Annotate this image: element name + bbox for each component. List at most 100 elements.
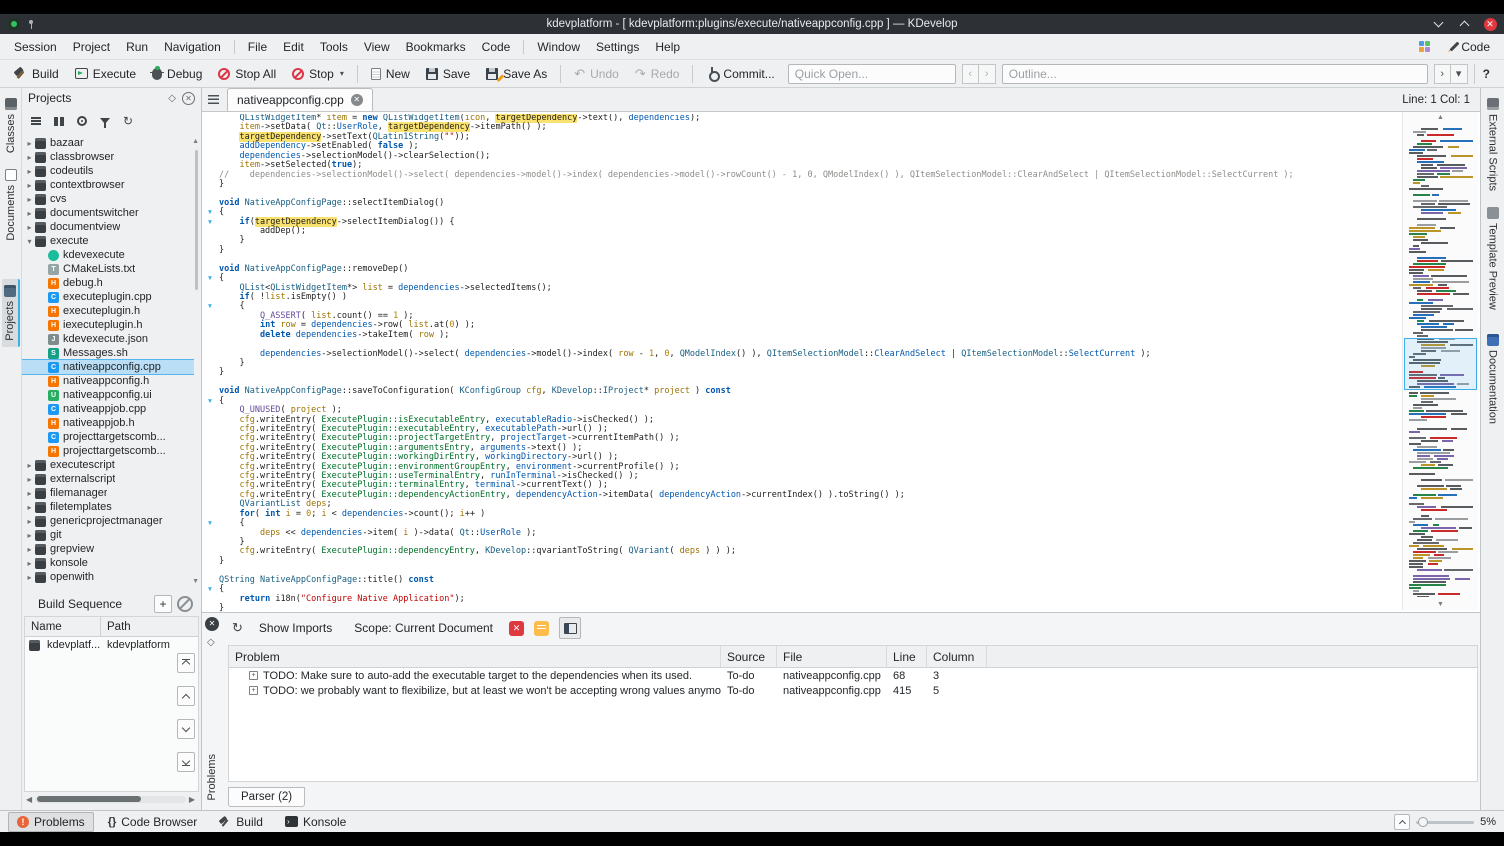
move-up-button[interactable]	[177, 686, 195, 706]
expand-icon[interactable]: ▸	[24, 489, 35, 498]
menu-tools[interactable]: Tools	[312, 36, 356, 58]
close-panel-icon[interactable]: ✕	[182, 91, 195, 105]
code-line[interactable]: }	[219, 603, 1400, 612]
save-button[interactable]: Save	[419, 64, 477, 84]
tree-scrollbar-thumb[interactable]	[195, 150, 198, 290]
scope-selector[interactable]: Scope: Current Document	[348, 618, 499, 638]
zoom-slider[interactable]	[1416, 814, 1475, 830]
tree-item[interactable]: ▸ filemanager	[22, 486, 194, 500]
jump-forward-button[interactable]: ›	[1433, 63, 1451, 84]
expand-problem-icon[interactable]: +	[249, 686, 258, 695]
code-line[interactable]: }	[219, 358, 1400, 368]
tree-item[interactable]: T CMakeLists.txt	[22, 262, 194, 276]
expand-icon[interactable]: ▸	[24, 517, 35, 526]
expand-icon[interactable]: ▸	[24, 139, 35, 148]
show-imports-button[interactable]: Show Imports	[253, 618, 338, 638]
code-line[interactable]: }	[219, 179, 1400, 189]
fold-marker[interactable]: ▼	[202, 397, 218, 406]
expand-icon[interactable]: ▸	[24, 559, 35, 568]
fold-marker[interactable]: ▼	[202, 585, 218, 594]
move-to-bottom-button[interactable]	[177, 752, 195, 772]
menu-file[interactable]: File	[240, 36, 275, 58]
scroll-right-icon[interactable]: ▶	[189, 795, 195, 804]
scrollbar-track[interactable]	[35, 795, 186, 803]
sidebar-tab-documents[interactable]: Documents	[3, 163, 19, 247]
fold-marker[interactable]: ▼	[202, 218, 218, 227]
undo-button[interactable]: ↶ Undo	[567, 64, 626, 84]
expand-icon[interactable]: ▸	[24, 209, 35, 218]
code-line[interactable]: dependencies->selectionModel()->clearSel…	[219, 151, 1400, 161]
column-column-header[interactable]: Column	[927, 646, 987, 667]
tree-item[interactable]: Hexecuteplugin.h	[22, 304, 194, 318]
show-targets-button[interactable]	[27, 112, 45, 130]
tree-item[interactable]: Hiexecuteplugin.h	[22, 318, 194, 332]
tree-item[interactable]: ▸ documentview	[22, 220, 194, 234]
scroll-left-icon[interactable]: ◀	[26, 795, 32, 804]
line-column-header[interactable]: Line	[887, 646, 927, 667]
expand-icon[interactable]: ▸	[24, 195, 35, 204]
tree-item[interactable]: Jkdevexecute.json	[22, 332, 194, 346]
menu-view[interactable]: View	[356, 36, 398, 58]
fold-marker[interactable]: ▼	[202, 302, 218, 311]
settings-button[interactable]	[73, 112, 91, 130]
sidebar-tab-projects[interactable]: Projects	[1, 278, 20, 347]
expand-icon[interactable]: ▸	[24, 181, 35, 190]
tree-item[interactable]: ▸ openwith	[22, 570, 194, 584]
dropdown-button[interactable]: ▾	[1450, 63, 1468, 84]
statusbar-problems-button[interactable]: ! Problems	[8, 811, 94, 832]
expand-icon[interactable]: ▸	[24, 503, 35, 512]
tree-item[interactable]: ▸ konsole	[22, 556, 194, 570]
fold-marker[interactable]: ▼	[202, 274, 218, 283]
code-area-button[interactable]: Code	[1445, 37, 1498, 57]
scroll-up-icon[interactable]: ▲	[1403, 114, 1478, 121]
tree-scroll-down-icon[interactable]: ▼	[192, 578, 199, 585]
code-line[interactable]: }	[219, 556, 1400, 566]
outline-input[interactable]	[1001, 63, 1428, 84]
refresh-icon[interactable]: ↻	[232, 621, 243, 634]
reload-button[interactable]: ↻	[119, 112, 137, 130]
code-line[interactable]: addDep();	[219, 226, 1400, 236]
code-line[interactable]: void NativeAppConfigPage::saveToConfigur…	[219, 387, 1400, 396]
menu-help[interactable]: Help	[647, 36, 688, 58]
minimap-viewport[interactable]	[1404, 338, 1477, 390]
menu-run[interactable]: Run	[118, 36, 156, 58]
tree-item[interactable]: ▸ bazaar	[22, 136, 194, 150]
tree-item[interactable]: kdevexecute	[22, 248, 194, 262]
code-view[interactable]: ▼ ▼ ▼ ▼ ▼ ▼ ▼ QListWidgetItem* item = new QLis…	[202, 112, 1480, 612]
close-button[interactable]: ✕	[1482, 16, 1498, 32]
next-button[interactable]: ›	[978, 63, 996, 84]
quick-open-input[interactable]	[787, 63, 956, 84]
name-column-header[interactable]: Name	[25, 617, 101, 636]
expand-icon[interactable]: ▸	[24, 545, 35, 554]
problem-row[interactable]: + TODO: we probably want to flexibilize, …	[229, 683, 1477, 698]
tree-item[interactable]: Hnativeappconfig.h	[22, 374, 194, 388]
tree-item[interactable]: Hdebug.h	[22, 276, 194, 290]
scroll-down-icon[interactable]: ▼	[1403, 601, 1478, 608]
redo-button[interactable]: ↷ Redo	[628, 64, 687, 84]
zoom-expand-button[interactable]	[1394, 813, 1411, 830]
build-button[interactable]: Build	[6, 64, 66, 84]
tree-item[interactable]: ▸ codeutils	[22, 164, 194, 178]
new-button[interactable]: New	[364, 64, 417, 84]
file-column-header[interactable]: File	[777, 646, 887, 667]
menu-bookmarks[interactable]: Bookmarks	[398, 36, 474, 58]
code-lines[interactable]: QListWidgetItem* item = new QListWidgetI…	[219, 114, 1400, 612]
minimize-button[interactable]	[1430, 16, 1446, 32]
sidebar-tab-external-scripts[interactable]: External Scripts	[1485, 92, 1501, 197]
expand-icon[interactable]: ▸	[24, 167, 35, 176]
menu-session[interactable]: Session	[6, 36, 65, 58]
code-line[interactable]: // dependencies->selectionModel()->selec…	[219, 170, 1400, 180]
code-line[interactable]: return i18n("Configure Native Applicatio…	[219, 594, 1400, 604]
move-to-top-button[interactable]	[177, 653, 195, 673]
fold-marker[interactable]: ▼	[202, 208, 218, 217]
tab-close-icon[interactable]: ✕	[350, 94, 363, 106]
help-button[interactable]: ?	[1473, 63, 1498, 84]
grouping-toggle[interactable]	[559, 617, 581, 639]
execute-button[interactable]: Execute	[68, 64, 143, 84]
expand-problem-icon[interactable]: +	[249, 671, 258, 680]
code-line[interactable]: cfg.writeEntry( ExecutePlugin::dependenc…	[219, 547, 1400, 556]
expand-icon[interactable]: ▸	[24, 153, 35, 162]
statusbar-code-browser-button[interactable]: {} Code Browser	[100, 813, 206, 831]
todo-filter-toggle[interactable]	[534, 620, 549, 636]
path-column-header[interactable]: Path	[101, 621, 198, 633]
